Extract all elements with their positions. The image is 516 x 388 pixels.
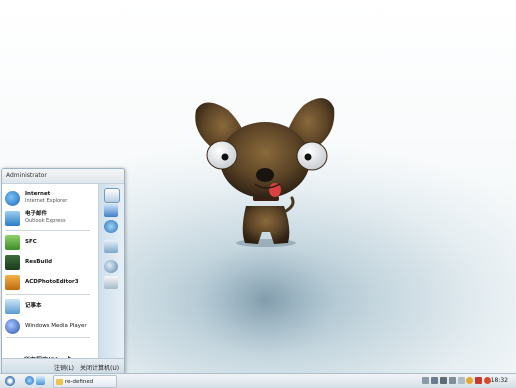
tray-clock[interactable]: 18:32 (491, 377, 508, 384)
pinned-internet-title: Internet (25, 191, 51, 197)
search-icon[interactable] (104, 260, 118, 273)
start-menu-user: Administrator (2, 169, 124, 184)
recent-item-label: ACDPhotoEditor3 (25, 278, 79, 285)
tray-alert-icon[interactable] (475, 377, 482, 384)
taskbar-button-re-defined[interactable]: re-defined (53, 375, 117, 388)
recent-item-notepad[interactable]: 记事本 (5, 297, 95, 315)
recent-item-label: SFC (25, 238, 37, 245)
internet-explorer-icon (5, 190, 20, 206)
resbuild-icon (5, 254, 20, 270)
separator (6, 230, 90, 231)
media-player-icon (5, 318, 20, 334)
notepad-icon (5, 298, 20, 314)
recent-item-media-player[interactable]: Windows Media Player (5, 317, 95, 335)
recent-item-label: ResBuild (25, 258, 53, 265)
start-menu-program-list: Internet Internet Explorer 电子邮件 Outlook … (2, 184, 97, 364)
tray-keyboard-icon[interactable] (422, 377, 429, 384)
quicklaunch-desktop-icon[interactable] (36, 376, 45, 385)
tray-more-icon[interactable] (449, 377, 456, 384)
folder-icon (56, 378, 63, 385)
tray-input-icon[interactable] (431, 377, 438, 384)
pinned-email-subtitle: Outlook Express (25, 218, 66, 224)
logoff-button[interactable]: 注销(L) (54, 363, 74, 372)
control-panel-icon[interactable] (104, 240, 118, 253)
separator (6, 337, 90, 338)
pinned-internet-subtitle: Internet Explorer (25, 198, 68, 204)
taskbar-button-label: re-defined (65, 378, 94, 385)
tray-security-icon[interactable] (466, 377, 473, 384)
recent-item-label: Windows Media Player (25, 322, 87, 329)
my-computer-icon[interactable] (104, 204, 118, 217)
shutdown-button[interactable]: 关闭计算机(U) (80, 363, 119, 372)
start-menu-footer: 注销(L) 关闭计算机(U) (2, 358, 124, 373)
separator (6, 294, 90, 295)
tray-chevron-icon[interactable] (458, 377, 465, 384)
outlook-express-icon (5, 210, 20, 226)
start-menu: Administrator Internet Internet Explorer… (1, 168, 125, 374)
sfc-icon (5, 234, 20, 250)
start-button[interactable] (5, 376, 15, 386)
run-icon[interactable] (104, 276, 118, 289)
recent-item-label: 记事本 (25, 302, 42, 309)
tray-language-icon[interactable] (440, 377, 447, 384)
quicklaunch-ie-icon[interactable] (25, 376, 34, 385)
recent-item-sfc[interactable]: SFC (5, 233, 95, 251)
network-icon[interactable] (104, 220, 118, 233)
recent-item-acdphotoeditor[interactable]: ACDPhotoEditor3 (5, 273, 95, 291)
acdphotoeditor-icon (5, 274, 20, 290)
start-menu-right-pane (98, 184, 124, 358)
pinned-internet[interactable]: Internet Internet Explorer (5, 189, 95, 207)
pinned-email-title: 电子邮件 (25, 211, 48, 217)
my-documents-icon[interactable] (104, 188, 120, 203)
recent-item-resbuild[interactable]: ResBuild (5, 253, 95, 271)
pinned-email[interactable]: 电子邮件 Outlook Express (5, 209, 95, 227)
taskbar: re-defined 18:32 (0, 373, 516, 388)
